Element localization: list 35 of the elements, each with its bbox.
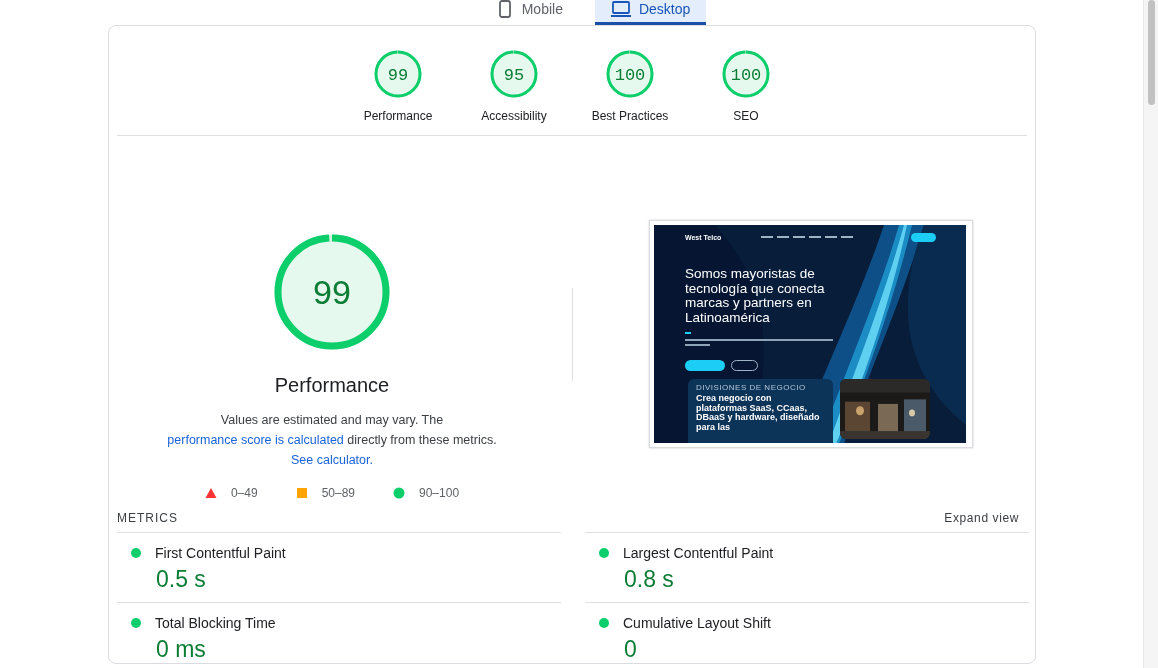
gauge-label: Best Practices xyxy=(591,109,669,123)
device-tab[interactable]: Desktop xyxy=(594,0,707,25)
status-dot xyxy=(131,618,141,628)
metric-name: Cumulative Layout Shift xyxy=(623,615,771,631)
metric-name: First Contentful Paint xyxy=(155,545,286,561)
status-dot xyxy=(599,548,609,558)
status-dot xyxy=(599,618,609,628)
gauge-label: Accessibility xyxy=(481,109,547,123)
legend-label: 0–49 xyxy=(230,486,258,500)
metric-value: 0.5 s xyxy=(156,566,207,593)
scrollbar-thumb[interactable] xyxy=(1147,0,1155,105)
gauge-label: Performance xyxy=(363,109,433,123)
metric-value: 0 ms xyxy=(156,636,207,663)
legend-label: 90–100 xyxy=(419,486,460,500)
expand-view-button[interactable]: Expand view xyxy=(944,511,1019,525)
gauge-label: SEO xyxy=(733,109,759,123)
laptop-icon xyxy=(610,0,631,18)
legend-label: 50–89 xyxy=(321,486,355,500)
description-link[interactable]: performance score is calculated xyxy=(167,433,344,447)
metric-name: Total Blocking Time xyxy=(155,615,276,631)
metrics-heading: METRICS xyxy=(117,511,178,525)
score-description: Values are estimated and may vary. The performance score is calculated directly from these metrics. See calculator. xyxy=(166,412,498,469)
performance-title: Performance xyxy=(274,374,390,397)
description-link[interactable]: See calculator. xyxy=(291,453,373,467)
performance-gauge: 99 xyxy=(272,232,392,352)
status-dot xyxy=(131,548,141,558)
score-gauge: 100 xyxy=(604,48,656,100)
device-tab[interactable]: Mobile xyxy=(479,0,579,25)
scrollbar[interactable] xyxy=(1143,0,1158,668)
metric-name: Largest Contentful Paint xyxy=(623,545,774,561)
score-gauge: 100 xyxy=(720,48,772,100)
score-gauge: 95 xyxy=(488,48,540,100)
score-gauge: 99 xyxy=(372,48,424,100)
metric-value: 0 xyxy=(624,636,638,663)
metric-value: 0.8 s xyxy=(624,566,675,593)
